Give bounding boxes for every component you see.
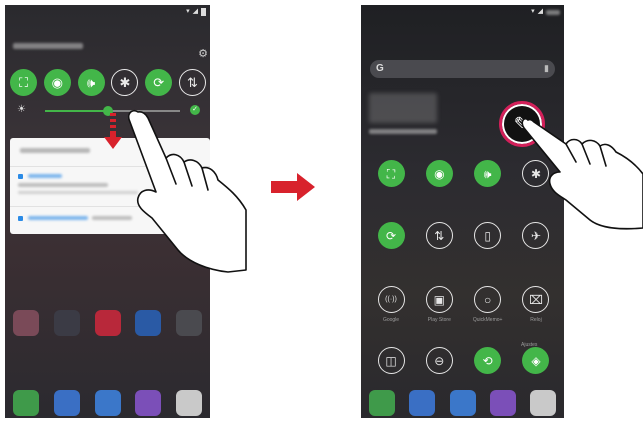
sound-icon: 🕪 bbox=[86, 75, 96, 90]
signal-icon: ◢ bbox=[537, 8, 543, 15]
battery-saver-toggle[interactable]: ▣ Play Store bbox=[419, 286, 459, 323]
date-text bbox=[369, 129, 437, 134]
fullscreen-toggle[interactable]: ⛶ bbox=[10, 69, 37, 96]
transition-arrow bbox=[271, 173, 315, 201]
camera-icon[interactable] bbox=[94, 390, 121, 416]
gallery-icon[interactable] bbox=[489, 390, 516, 416]
auto-rotate-icon: ⟳ bbox=[377, 222, 405, 249]
quick-settings-row: ⛶ ◉ 🕪 ✱ ⟳ ⇅ bbox=[10, 69, 206, 97]
chrome-icon[interactable] bbox=[530, 390, 556, 416]
fullscreen-icon: ⛶ bbox=[377, 160, 405, 187]
auto-rotate-icon: ⟳ bbox=[153, 75, 165, 90]
flashlight-toggle[interactable]: ▯ bbox=[468, 222, 508, 259]
data-icon: ⇅ bbox=[425, 222, 453, 249]
notification-line bbox=[18, 183, 108, 187]
data-toggle[interactable]: ⇅ bbox=[178, 69, 206, 96]
settings-gear-icon[interactable]: ⚙ bbox=[198, 47, 208, 60]
wifi-icon: ◉ bbox=[51, 75, 63, 90]
wifi-toggle[interactable]: ◉ bbox=[43, 69, 71, 96]
app-folder-icon[interactable] bbox=[13, 310, 39, 336]
battery-saver-icon: ▣ bbox=[425, 286, 453, 313]
notification-app-name bbox=[28, 174, 62, 178]
fullscreen-icon: ⛶ bbox=[18, 75, 29, 90]
pointing-hand-icon bbox=[127, 109, 247, 273]
gallery-icon[interactable] bbox=[135, 390, 162, 416]
sound-toggle[interactable]: 🕪 bbox=[468, 160, 508, 197]
sync-icon: ⟲ bbox=[474, 347, 502, 374]
microphone-icon[interactable]: ▮ bbox=[544, 63, 549, 74]
app-row bbox=[13, 310, 202, 336]
dual-window-toggle[interactable]: ◫ bbox=[371, 347, 411, 384]
dual-window-icon: ◫ bbox=[377, 347, 405, 374]
hotspot-icon: ((·)) bbox=[377, 286, 405, 313]
quick-settings-row: ◫ ⊖ ⟲ ◈ bbox=[371, 347, 556, 384]
bluetooth-toggle[interactable]: ✱ bbox=[111, 69, 139, 96]
sync-toggle[interactable]: ⟲ bbox=[468, 347, 508, 384]
app-icon bbox=[18, 216, 23, 221]
camera-icon[interactable] bbox=[449, 390, 476, 416]
status-bar: ▾ ◢ bbox=[361, 5, 564, 19]
flashlight-icon: ▯ bbox=[474, 222, 502, 249]
wifi-toggle[interactable]: ◉ bbox=[419, 160, 459, 197]
bluetooth-icon: ✱ bbox=[119, 75, 131, 90]
wifi-status-icon: ▾ bbox=[531, 8, 535, 15]
notification-title bbox=[20, 148, 90, 153]
sound-icon: 🕪 bbox=[474, 160, 502, 187]
fullscreen-toggle[interactable]: ⛶ bbox=[371, 160, 411, 197]
nfc-icon: ⌧ bbox=[522, 286, 550, 313]
hotspot-toggle[interactable]: ((·)) Google bbox=[371, 286, 411, 323]
clock-text bbox=[546, 9, 560, 15]
dock bbox=[369, 390, 556, 416]
instruction-figure: ▾ ◢ ⚙ ⛶ ◉ 🕪 ✱ ⟳ ⇅ ☀ ✓ ▾ ◢ G ▮ ⛶ ◉ 🕪 ✱ ⟳ … bbox=[0, 0, 643, 423]
do-not-disturb-toggle[interactable]: ⊖ bbox=[419, 347, 459, 384]
battery-icon bbox=[201, 8, 206, 16]
notification-app-name bbox=[28, 216, 88, 220]
auto-rotate-toggle[interactable]: ⟳ bbox=[145, 69, 173, 96]
location-toggle[interactable]: ◈ bbox=[516, 347, 556, 384]
wifi-icon: ◉ bbox=[425, 160, 453, 187]
quick-settings-row: ((·)) Google ▣ Play Store ○ QuickMemo+ ⌧ Reloj bbox=[371, 286, 556, 323]
signal-icon: ◢ bbox=[192, 8, 198, 15]
tile-label: Google bbox=[382, 317, 400, 323]
chrome-icon[interactable] bbox=[176, 390, 202, 416]
dock bbox=[13, 390, 202, 416]
wifi-status-icon: ▾ bbox=[186, 8, 190, 15]
data-icon: ⇅ bbox=[187, 75, 198, 90]
status-bar: ▾ ◢ bbox=[5, 5, 210, 19]
quickmemo-icon[interactable] bbox=[94, 310, 121, 336]
clock-widget bbox=[369, 93, 437, 123]
play-store-icon[interactable] bbox=[53, 310, 80, 336]
date-time-text bbox=[13, 43, 83, 49]
pointing-hand-icon bbox=[521, 117, 643, 230]
brightness-icon: ☀ bbox=[17, 104, 26, 115]
sound-toggle[interactable]: 🕪 bbox=[77, 69, 105, 96]
clock-icon[interactable] bbox=[135, 310, 162, 336]
tile-label: Play Store bbox=[427, 317, 451, 323]
data-toggle[interactable]: ⇅ bbox=[419, 222, 459, 259]
brightness-fill bbox=[45, 110, 109, 112]
google-icon: G bbox=[376, 63, 384, 74]
location-icon: ◈ bbox=[522, 347, 550, 374]
settings-app-icon[interactable] bbox=[176, 310, 202, 336]
tile-label: QuickMemo+ bbox=[472, 317, 503, 323]
google-search-bar[interactable]: G ▮ bbox=[370, 60, 555, 78]
settings-app-label: Ajustes bbox=[521, 342, 538, 348]
circle-icon: ○ bbox=[474, 286, 502, 313]
circle-toggle[interactable]: ○ QuickMemo+ bbox=[468, 286, 508, 323]
do-not-disturb-icon: ⊖ bbox=[425, 347, 453, 374]
phone-icon[interactable] bbox=[13, 390, 39, 416]
messages-icon[interactable] bbox=[53, 390, 80, 416]
nfc-toggle[interactable]: ⌧ Reloj bbox=[516, 286, 556, 323]
usb-icon bbox=[18, 174, 23, 179]
messages-icon[interactable] bbox=[409, 390, 436, 416]
phone-icon[interactable] bbox=[369, 390, 395, 416]
tile-label: Reloj bbox=[530, 317, 542, 323]
auto-rotate-toggle[interactable]: ⟳ bbox=[371, 222, 411, 259]
